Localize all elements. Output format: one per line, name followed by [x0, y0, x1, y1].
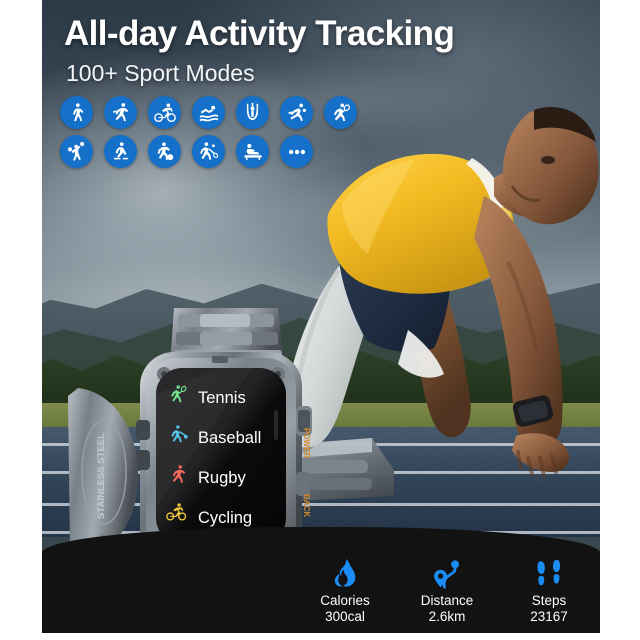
soccer-icon [157, 142, 174, 161]
sport-chip-gymnastics [236, 96, 269, 129]
sport-modes-row-2 [60, 135, 357, 168]
route-pin-icon [410, 557, 484, 589]
sport-chip-more [280, 135, 313, 168]
band-engraving-text: STAINLESS STEEL [96, 433, 107, 519]
stat-value: 23167 [530, 609, 568, 624]
banner-canvas: All-day Activity Tracking 100+ Sport Mod… [42, 0, 600, 633]
watch-back-button-label: BACK [302, 494, 311, 517]
situps-icon [243, 143, 262, 160]
sport-modes-row-1 [60, 96, 357, 129]
watch-menu-label: Cycling [198, 509, 252, 527]
sport-chip-cycling [148, 96, 181, 129]
tennis-icon [333, 103, 350, 122]
watch-menu-label: Rugby [198, 469, 246, 487]
sport-chip-situps [236, 135, 269, 168]
stat-calories: Calories 300cal [308, 557, 382, 625]
badminton-icon [200, 142, 219, 160]
stat-steps: Steps 23167 [512, 557, 586, 625]
sport-chip-running [104, 96, 137, 129]
walking-icon [73, 103, 84, 122]
page-subtitle: 100+ Sport Modes [66, 60, 255, 86]
watch-clasp: STAINLESS STEEL [68, 388, 139, 556]
sport-chip-walking [60, 96, 93, 129]
page-title: All-day Activity Tracking [64, 14, 455, 53]
footsteps-icon [512, 557, 586, 589]
stats-row: Calories 300cal Distance 2.6km Steps 231… [308, 557, 586, 625]
sport-chip-badminton [192, 135, 225, 168]
product-banner-image: All-day Activity Tracking 100+ Sport Mod… [0, 0, 640, 640]
stat-value: 2.6km [428, 609, 466, 624]
ellipsis-icon [288, 149, 305, 154]
swimming-icon [199, 105, 218, 121]
basketball-icon [288, 103, 307, 122]
athlete-hand [512, 433, 570, 478]
stat-label: Calories [320, 593, 370, 608]
boxing-icon [67, 141, 85, 161]
sport-chip-swimming [192, 96, 225, 129]
sport-chip-skating [104, 135, 137, 168]
sport-chip-soccer [148, 135, 181, 168]
running-icon [112, 103, 129, 122]
watch-power-button-label: POWER [302, 428, 311, 458]
sport-chip-tennis [324, 96, 357, 129]
stat-label: Distance [420, 593, 474, 608]
stat-distance: Distance 2.6km [410, 557, 484, 625]
flame-icon [308, 557, 382, 589]
sport-modes-grid [60, 96, 357, 174]
sport-chip-basketball [280, 96, 313, 129]
sport-chip-boxing [60, 135, 93, 168]
stat-value: 300cal [325, 609, 365, 624]
skating-icon [114, 142, 129, 160]
watch-screen: Tennis Baseball Rugby Cycling [156, 368, 286, 544]
cycling-icon [153, 102, 176, 122]
gymnastics-rings-icon [246, 102, 259, 121]
stat-label: Steps [531, 593, 567, 608]
